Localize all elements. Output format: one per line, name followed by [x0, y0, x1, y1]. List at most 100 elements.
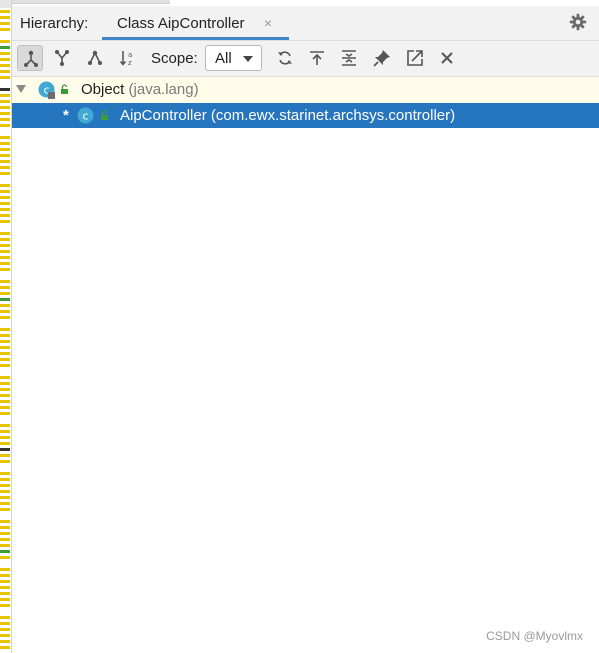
gutter-marker: [0, 586, 10, 589]
gutter-marker: [0, 76, 10, 79]
hierarchy-panel: Hierarchy: Class AipController × a z Sco…: [12, 0, 599, 653]
gutter-marker: [0, 550, 10, 553]
gutter-marker: [0, 316, 10, 319]
tab-class-aipcontroller[interactable]: Class AipController ×: [102, 6, 289, 40]
tree-row-aipcontroller[interactable]: * c AipController (com.ewx.starinet.arch…: [12, 103, 599, 128]
editor-tab-stub: [12, 0, 170, 4]
expand-all-icon: [342, 50, 356, 66]
class-name: AipController: [120, 107, 207, 124]
export-button[interactable]: [402, 45, 428, 71]
gutter-marker: [0, 190, 10, 193]
gutter-marker: [0, 616, 10, 619]
panel-header: Hierarchy: Class AipController ×: [12, 6, 599, 41]
gutter-marker: [0, 196, 10, 199]
expanded-arrow-icon[interactable]: [16, 85, 26, 93]
gutter-marker: [0, 298, 10, 301]
subtypes-hierarchy-icon: [88, 50, 102, 65]
package-name: (com.ewx.starinet.archsys.controller): [210, 107, 456, 124]
gutter-marker: [0, 592, 10, 595]
class-hierarchy-button[interactable]: [17, 45, 43, 71]
gutter-marker: [0, 544, 10, 547]
gutter-marker: [0, 166, 10, 169]
refresh-button[interactable]: [272, 45, 298, 71]
gutter-marker: [0, 28, 10, 31]
editor-gutter: [0, 0, 12, 653]
gear-icon[interactable]: [569, 13, 587, 31]
sort-alphabetically-icon: a z: [119, 51, 132, 67]
gutter-marker: [0, 244, 10, 247]
tree-row-object[interactable]: c Object (java.lang): [12, 77, 599, 102]
hierarchy-toolbar: a z Scope: All: [12, 41, 599, 77]
gutter-marker: [0, 118, 10, 121]
gutter-marker: [0, 424, 10, 427]
gutter-marker: [0, 148, 10, 151]
gutter-marker: [0, 622, 10, 625]
gutter-marker: [0, 376, 10, 379]
gutter-marker: [0, 508, 10, 511]
gutter-marker: [0, 310, 10, 313]
public-lock-icon: [61, 84, 68, 94]
pin-tab-icon: [373, 50, 390, 67]
package-name: (java.lang): [128, 81, 199, 98]
gutter-marker: [0, 460, 10, 463]
gutter-marker: [0, 286, 10, 289]
watermark: CSDN @Myovlmx: [486, 629, 583, 643]
gutter-marker: [0, 538, 10, 541]
gutter-marker: [0, 64, 10, 67]
gutter-marker: [0, 478, 10, 481]
class-icon: c: [77, 107, 94, 124]
gutter-marker: [0, 496, 10, 499]
subtypes-hierarchy-button[interactable]: [82, 45, 108, 71]
close-button[interactable]: [434, 45, 460, 71]
gutter-marker: [0, 634, 10, 637]
class-icon: c: [38, 81, 55, 99]
gutter-marker: [0, 484, 10, 487]
gutter-marker: [0, 256, 10, 259]
gutter-marker: [0, 46, 10, 49]
svg-text:a: a: [128, 51, 132, 59]
tree-row-text: AipController (com.ewx.starinet.archsys.…: [120, 107, 455, 124]
tab-label: Class AipController: [117, 15, 245, 32]
gutter-marker: [0, 568, 10, 571]
gutter-marker: [0, 58, 10, 61]
svg-text:z: z: [128, 59, 132, 67]
gutter-marker: [0, 124, 10, 127]
gutter-marker: [0, 340, 10, 343]
gutter-marker: [0, 400, 10, 403]
gutter-marker: [0, 628, 10, 631]
gutter-marker: [0, 580, 10, 583]
class-hierarchy-icon: [24, 50, 38, 67]
svg-text:c: c: [82, 110, 88, 123]
gutter-marker: [0, 262, 10, 265]
supertypes-hierarchy-button[interactable]: [49, 45, 75, 71]
gutter-marker: [0, 382, 10, 385]
base-on-this-class-button[interactable]: [304, 45, 330, 71]
gutter-marker: [0, 136, 10, 139]
scope-value: All: [215, 50, 232, 67]
gutter-marker: [0, 472, 10, 475]
pin-tab-button[interactable]: [369, 45, 395, 71]
gutter-marker: [0, 208, 10, 211]
gutter-marker: [0, 646, 10, 649]
gutter-marker: [0, 640, 10, 643]
gutter-marker: [0, 154, 10, 157]
gutter-marker: [0, 490, 10, 493]
gutter-marker: [0, 238, 10, 241]
gutter-marker: [0, 430, 10, 433]
class-name: Object: [81, 81, 125, 98]
scope-label: Scope:: [151, 50, 198, 67]
gutter-marker: [0, 250, 10, 253]
gutter-marker: [0, 280, 10, 283]
scope-dropdown[interactable]: All: [205, 45, 262, 71]
tab-close-icon[interactable]: ×: [264, 15, 272, 31]
gutter-top: [0, 0, 11, 8]
gutter-marker: [0, 160, 10, 163]
gutter-marker: [0, 220, 10, 223]
gutter-marker: [0, 454, 10, 457]
sort-alphabetically-button[interactable]: a z: [115, 45, 141, 71]
gutter-marker: [0, 16, 10, 19]
refresh-icon: [278, 51, 292, 65]
expand-all-button[interactable]: [336, 45, 362, 71]
gutter-marker: [0, 526, 10, 529]
gutter-marker: [0, 520, 10, 523]
